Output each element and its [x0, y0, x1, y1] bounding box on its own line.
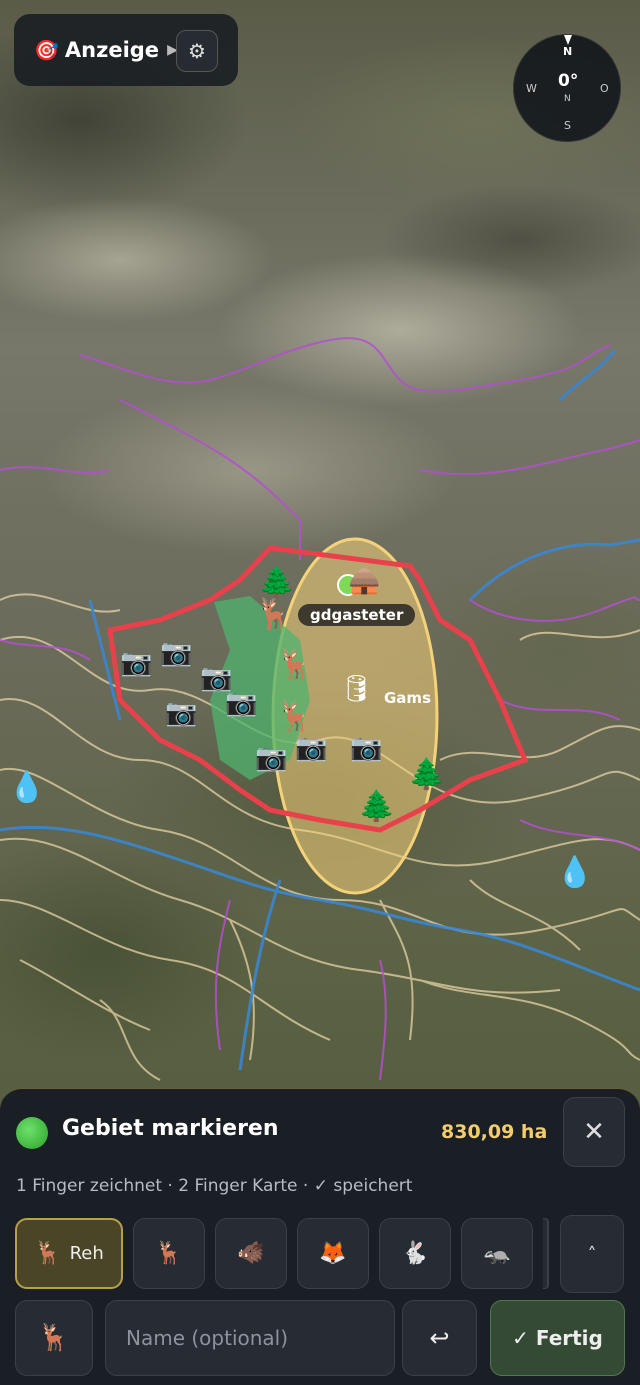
camera-trap-icon[interactable]: 📷	[120, 650, 152, 676]
target-icon: 🎯	[34, 38, 59, 62]
hunt-label[interactable]: gdgasteter	[298, 604, 416, 626]
camera-trap-icon[interactable]: 📷	[160, 640, 192, 666]
compass-heading: 0°	[558, 71, 579, 91]
fox-icon: 🦊	[319, 1241, 347, 1266]
compass-north: N	[563, 45, 573, 58]
tree-icon: 🌲	[358, 789, 396, 824]
animal-picker-button[interactable]: 🦌	[15, 1300, 93, 1376]
camera-trap-icon[interactable]: 📷	[165, 700, 197, 726]
expand-button[interactable]: ˄	[560, 1215, 624, 1293]
tree-icon: 🌲	[258, 565, 296, 600]
undo-icon: ↩	[429, 1324, 450, 1352]
name-input[interactable]	[105, 1300, 395, 1376]
compass-heading-dir: N	[564, 94, 571, 104]
red-deer-icon: 🦌	[155, 1241, 183, 1266]
deer-icon[interactable]: 🦌	[276, 702, 313, 732]
instructions-hint: 1 Finger zeichnet · 2 Finger Karte · ✓ s…	[16, 1176, 413, 1196]
deer-icon: 🦌	[37, 1323, 71, 1353]
species-chip-fox[interactable]: 🦊	[297, 1218, 369, 1289]
camera-trap-icon[interactable]: 📷	[255, 745, 287, 771]
camera-trap-icon[interactable]: 📷	[225, 690, 257, 716]
chevron-up-icon: ˄	[587, 1243, 597, 1265]
water-source-icon[interactable]: 💧	[556, 855, 593, 890]
species-chip-label: Reh	[69, 1243, 104, 1264]
species-chip-badger[interactable]: 🦡	[461, 1218, 533, 1289]
display-label: Anzeige	[64, 38, 160, 62]
area-size: 830,09 ha	[441, 1121, 548, 1143]
close-icon: ✕	[583, 1117, 605, 1147]
close-button[interactable]: ✕	[563, 1097, 625, 1167]
species-chip-red-deer[interactable]: 🦌	[133, 1218, 205, 1289]
species-chip-hare[interactable]: 🐇	[379, 1218, 451, 1289]
gear-icon: ⚙	[188, 39, 206, 63]
species-chip-boar[interactable]: 🐗	[215, 1218, 287, 1289]
green-status-dot-icon	[16, 1117, 48, 1149]
boar-icon: 🐗	[237, 1241, 265, 1266]
hunting-stand-icon[interactable]: 🛖	[348, 568, 380, 594]
settings-button[interactable]: ⚙	[176, 30, 218, 72]
sheet-title: Gebiet markieren	[62, 1116, 279, 1141]
feeder-icon[interactable]: 🛢	[340, 676, 373, 702]
deer-icon[interactable]: 🦌	[255, 600, 292, 630]
compass-south: S	[564, 119, 571, 132]
tree-icon: 🌲	[408, 757, 446, 792]
display-toggle[interactable]: 🎯 Anzeige ▶ ⚙	[14, 14, 238, 86]
done-button[interactable]: ✓ Fertig	[490, 1300, 625, 1376]
compass-east: O	[600, 82, 609, 95]
camera-trap-icon[interactable]: 📷	[295, 735, 327, 761]
deer-icon[interactable]: 🦌	[276, 650, 313, 680]
gams-label[interactable]: Gams	[384, 689, 431, 707]
species-chip-reh[interactable]: 🦌 Reh	[15, 1218, 123, 1289]
compass[interactable]: N W O S 0° N	[513, 34, 621, 142]
undo-button[interactable]: ↩	[402, 1300, 477, 1376]
roe-deer-icon: 🦌	[34, 1241, 62, 1266]
done-label: ✓ Fertig	[512, 1326, 603, 1350]
water-source-icon[interactable]: 💧	[8, 770, 45, 805]
badger-icon: 🦡	[483, 1241, 511, 1266]
compass-west: W	[526, 82, 537, 95]
species-chip-overflow[interactable]	[543, 1218, 549, 1289]
camera-trap-icon[interactable]: 📷	[350, 735, 382, 761]
compass-needle-icon	[564, 35, 572, 45]
hare-icon: 🐇	[401, 1241, 429, 1266]
